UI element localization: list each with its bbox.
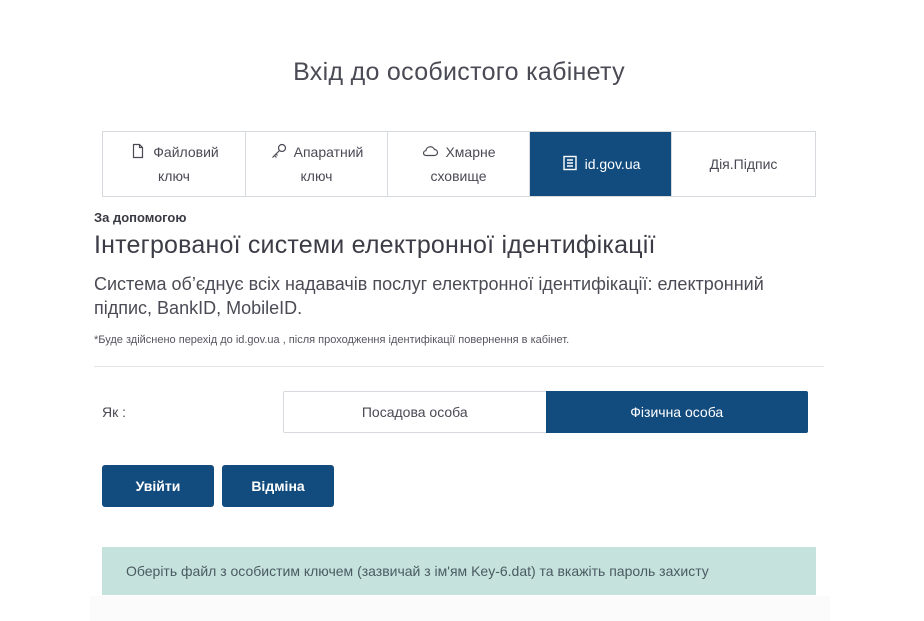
key-type-tabs: Файловий ключ Апаратний ключ Хмарне схов… xyxy=(102,131,816,197)
tab-id-gov-ua[interactable]: id.gov.ua xyxy=(530,132,672,196)
login-button[interactable]: Увійти xyxy=(102,465,214,507)
role-label: Як : xyxy=(102,404,127,420)
role-switch: Посадова особа Фізична особа xyxy=(283,391,808,433)
info-message: Оберіть файл з особистим ключем (зазвича… xyxy=(102,547,816,595)
tab-label: ключ xyxy=(158,168,190,184)
info-message-text: Оберіть файл з особистим ключем (зазвича… xyxy=(126,563,709,579)
key-icon xyxy=(270,142,288,158)
cloud-icon xyxy=(421,142,439,158)
role-option-official[interactable]: Посадова особа xyxy=(283,391,546,433)
page-title: Вхід до особистого кабінету xyxy=(293,58,625,86)
tab-label: id.gov.ua xyxy=(584,156,641,172)
role-option-individual[interactable]: Фізична особа xyxy=(545,391,808,433)
description: Система об’єднує всіх надавачів послуг е… xyxy=(94,274,764,318)
tab-label: Дія.Підпис xyxy=(709,156,778,172)
tab-file-key[interactable]: Файловий ключ xyxy=(103,132,246,196)
tab-label: ключ xyxy=(300,168,333,184)
redirect-note: *Буде здійснено перехід до id.gov.ua , п… xyxy=(94,334,570,346)
page-bottom-area xyxy=(90,596,830,621)
tab-diia-signature[interactable]: Дія.Підпис xyxy=(672,132,815,196)
tab-label: Хмарне xyxy=(445,144,496,160)
subtitle: За допомогою xyxy=(94,210,187,225)
file-icon xyxy=(129,142,147,159)
tab-label: Апаратний xyxy=(293,144,364,160)
tab-label: сховище xyxy=(430,168,487,184)
tab-label: Файловий xyxy=(153,144,219,160)
section-heading: Інтегрованої системи електронної ідентиф… xyxy=(94,231,656,259)
divider xyxy=(94,366,824,367)
tab-hardware-key[interactable]: Апаратний ключ xyxy=(246,132,388,196)
tab-cloud-storage[interactable]: Хмарне сховище xyxy=(388,132,530,196)
cancel-button[interactable]: Відміна xyxy=(222,465,334,507)
document-icon xyxy=(561,154,579,171)
